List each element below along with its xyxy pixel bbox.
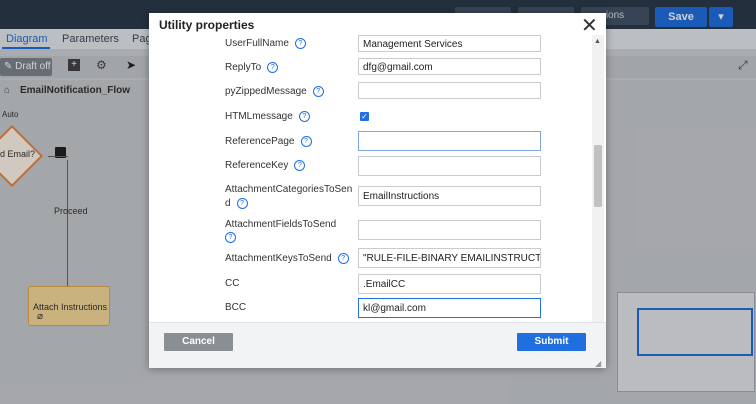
scroll-up-icon[interactable]: ▲: [594, 38, 601, 45]
help-icon[interactable]: ?: [294, 37, 306, 49]
attachmentkeystosend-input[interactable]: "RULE-FILE-BINARY EMAILINSTRUCTIONS: [358, 248, 541, 268]
field-label: ReferenceKey: [225, 160, 289, 171]
help-icon[interactable]: ?: [236, 197, 248, 209]
field-label: BCC: [225, 302, 247, 313]
cancel-button[interactable]: Cancel: [164, 333, 233, 351]
dialog-title: Utility properties: [159, 18, 255, 32]
help-icon[interactable]: ?: [225, 232, 236, 243]
help-icon[interactable]: ?: [337, 252, 349, 264]
scrollbar-thumb[interactable]: [594, 145, 602, 207]
dialog-footer: Cancel Submit: [149, 322, 606, 368]
htmlmessage-checkbox[interactable]: ✓: [360, 112, 369, 121]
help-icon[interactable]: ?: [294, 159, 306, 171]
pyzippedmessage-input[interactable]: [358, 82, 541, 99]
field-label: pyZippedMessage: [225, 86, 307, 97]
help-icon[interactable]: ?: [312, 85, 324, 97]
submit-button[interactable]: Submit: [517, 333, 586, 351]
field-label: d: [225, 198, 231, 209]
bcc-input[interactable]: kl@gmail.com: [358, 298, 541, 318]
field-label: UserFullName: [225, 38, 289, 49]
cc-input[interactable]: .EmailCC: [358, 274, 541, 294]
userfullname-input[interactable]: Management Services: [358, 35, 541, 52]
field-label: AttachmentKeysToSend: [225, 253, 332, 264]
utility-properties-dialog: Utility properties ✕ UserFullName? Manag…: [149, 13, 606, 368]
attachmentfieldstosend-input[interactable]: [358, 220, 541, 240]
field-label: AttachmentFieldsToSend: [225, 219, 337, 230]
field-label: ReferencePage: [225, 136, 295, 147]
referencepage-input[interactable]: [358, 131, 541, 151]
field-label: HTMLmessage: [225, 111, 293, 122]
field-label: AttachmentCategoriesToSen: [225, 184, 353, 195]
field-label: CC: [225, 278, 240, 289]
attachmentcategoriestosend-input[interactable]: EmailInstructions: [358, 186, 541, 206]
dialog-body[interactable]: UserFullName? Management Services ReplyT…: [149, 35, 606, 335]
referencekey-input[interactable]: [358, 156, 541, 176]
dialog-scrollbar[interactable]: ▲ ▼: [592, 35, 604, 335]
resize-handle-icon[interactable]: ◢: [595, 359, 601, 368]
close-icon[interactable]: ✕: [581, 15, 598, 37]
help-icon[interactable]: ?: [300, 135, 312, 147]
field-label: ReplyTo: [225, 62, 262, 73]
replyto-input[interactable]: dfg@gmail.com: [358, 58, 541, 75]
help-icon[interactable]: ?: [298, 110, 310, 122]
help-icon[interactable]: ?: [267, 61, 279, 73]
